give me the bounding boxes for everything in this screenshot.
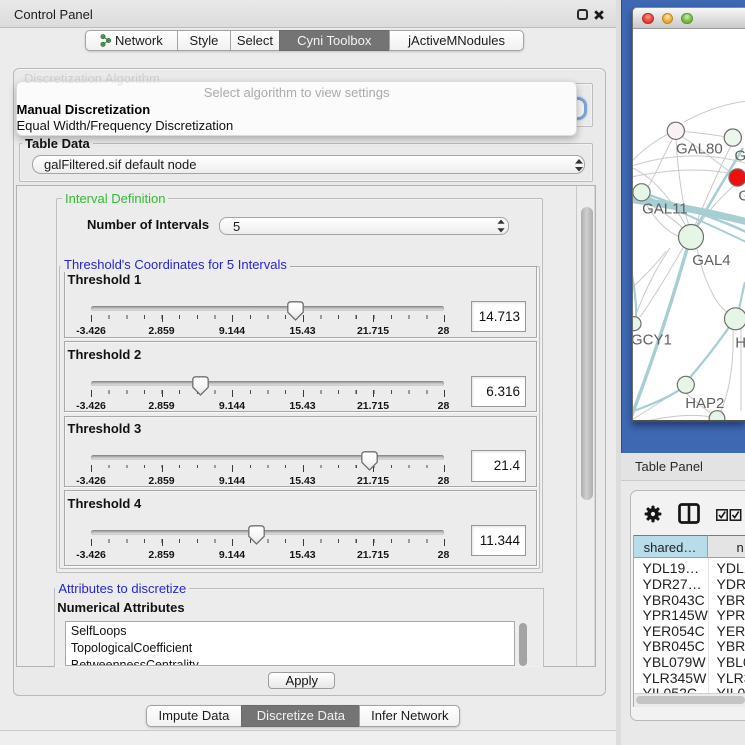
svg-text:GAL4: GAL4 [692,251,730,268]
svg-text:HI: HI [735,334,745,351]
svg-text:HAP2: HAP2 [685,395,724,412]
svg-text:GCY1: GCY1 [633,331,672,348]
svg-text:GA: GA [738,187,745,204]
svg-text:GAL11: GAL11 [642,200,688,217]
svg-text:GAL80: GAL80 [676,140,723,157]
svg-text:GA: GA [735,147,745,164]
